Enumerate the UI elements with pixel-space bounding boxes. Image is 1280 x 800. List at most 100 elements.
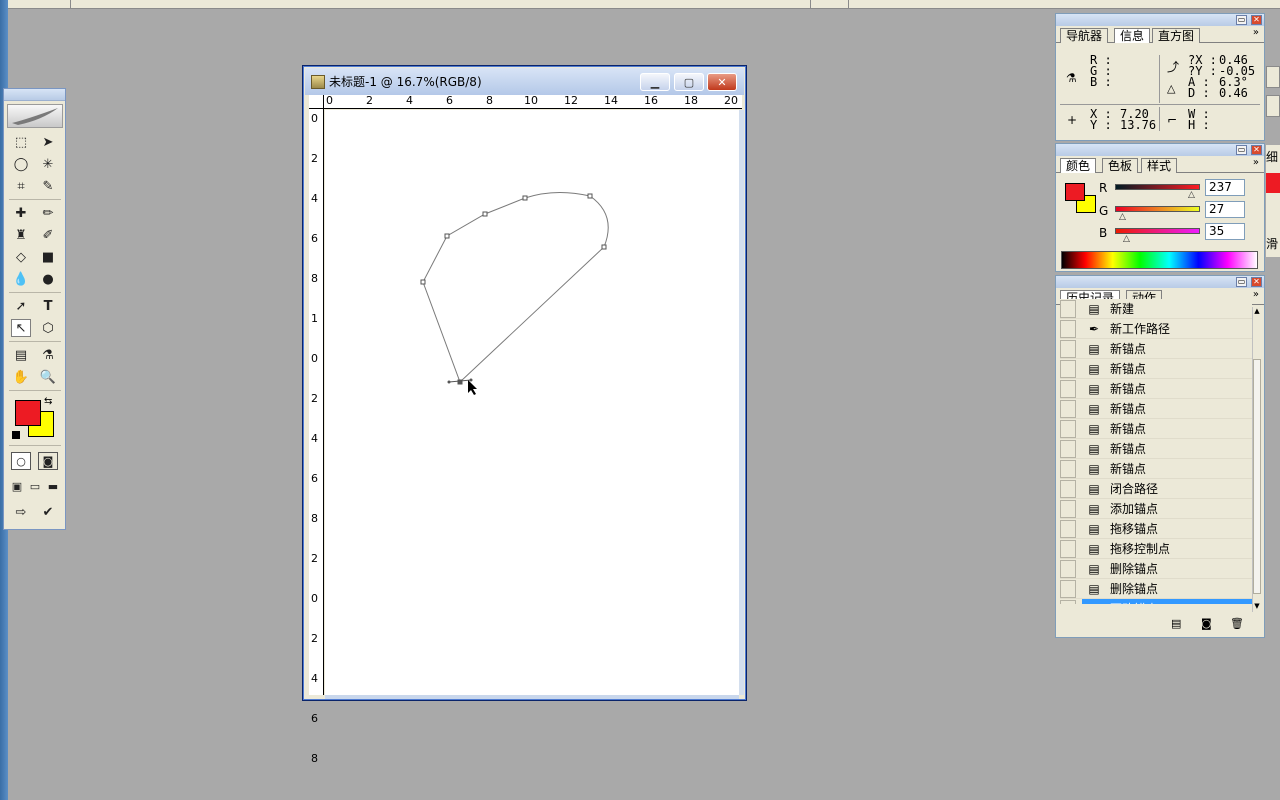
tab-styles[interactable]: 样式 xyxy=(1141,158,1178,173)
history-item[interactable]: ▤ 新锚点 xyxy=(1060,379,1252,399)
history-item[interactable]: ▤ 添加锚点 xyxy=(1060,499,1252,519)
panel-titlebar[interactable]: ▭ ✕ xyxy=(1056,144,1264,156)
new-document-from-state-icon[interactable]: ▤ xyxy=(1171,617,1181,630)
history-scrollbar[interactable]: ▲ ▼ xyxy=(1252,307,1261,612)
pen-tool-icon[interactable]: ↖ xyxy=(11,319,31,337)
quick-mask-icon[interactable]: ◙ xyxy=(38,452,58,470)
history-brush-source-checkbox[interactable] xyxy=(1060,439,1076,458)
notes-tool-icon[interactable]: ▤ xyxy=(11,346,31,364)
swap-colors-icon[interactable]: ⇆ xyxy=(44,396,52,407)
b-slider-thumb[interactable]: △ xyxy=(1123,234,1130,244)
panel-titlebar[interactable]: ▭ ✕ xyxy=(1056,276,1264,288)
jump-check-icon[interactable]: ✔ xyxy=(38,503,58,521)
history-brush-source-checkbox[interactable] xyxy=(1060,359,1076,378)
panel-close-button[interactable]: ✕ xyxy=(1251,145,1262,155)
document-scrollbar[interactable] xyxy=(739,110,744,695)
history-brush-source-checkbox[interactable] xyxy=(1060,499,1076,518)
history-scroll-thumb[interactable] xyxy=(1253,359,1261,594)
foreground-color-swatch[interactable] xyxy=(15,400,41,426)
history-item[interactable]: ✒ 新工作路径 xyxy=(1060,319,1252,339)
minimize-button[interactable]: ▁ xyxy=(640,73,670,91)
slice-tool-icon[interactable]: ✎ xyxy=(38,177,58,195)
history-item[interactable]: ▤ 拖移控制点 xyxy=(1060,539,1252,559)
history-brush-icon[interactable]: ✐ xyxy=(38,226,58,244)
type-tool-icon[interactable]: T xyxy=(38,297,58,315)
tab-color[interactable]: 颜色 xyxy=(1060,158,1097,173)
scroll-up-icon[interactable]: ▲ xyxy=(1253,307,1261,317)
panel-close-button[interactable]: ✕ xyxy=(1251,277,1262,287)
history-item[interactable]: ▤ 新锚点 xyxy=(1060,359,1252,379)
horizontal-ruler[interactable]: 0 2 4 6 8 10 12 14 16 18 20 xyxy=(324,95,742,109)
panel-menu-icon[interactable]: » xyxy=(1253,27,1259,38)
color-spectrum-bar[interactable] xyxy=(1061,251,1258,269)
maximize-button[interactable]: ▢ xyxy=(674,73,704,91)
history-brush-source-checkbox[interactable] xyxy=(1060,379,1076,398)
history-brush-source-checkbox[interactable] xyxy=(1060,319,1076,338)
panel-minimize-button[interactable]: ▭ xyxy=(1236,145,1247,155)
r-value-field[interactable]: 237 xyxy=(1205,179,1245,196)
new-snapshot-icon[interactable]: ◙ xyxy=(1201,617,1212,630)
magic-wand-icon[interactable]: ✳ xyxy=(38,155,58,173)
history-brush-source-checkbox[interactable] xyxy=(1060,559,1076,578)
blur-tool-icon[interactable]: 💧 xyxy=(11,270,31,288)
vertical-ruler[interactable]: 02468102468202468 xyxy=(309,109,324,764)
brush-tool-icon[interactable]: ✏ xyxy=(38,204,58,222)
history-brush-source-checkbox[interactable] xyxy=(1060,479,1076,498)
feather-logo-icon[interactable] xyxy=(7,104,63,128)
history-brush-source-checkbox[interactable] xyxy=(1060,539,1076,558)
shape-tool-icon[interactable]: ⬡ xyxy=(38,319,58,337)
history-item[interactable]: ▤ 闭合路径 xyxy=(1060,479,1252,499)
ruler-origin[interactable] xyxy=(309,95,324,109)
standard-mode-icon[interactable]: ○ xyxy=(11,452,31,470)
healing-brush-icon[interactable]: ✚ xyxy=(11,204,31,222)
history-brush-source-checkbox[interactable] xyxy=(1060,339,1076,358)
history-item[interactable]: ▤ 更改锚点 xyxy=(1060,599,1252,604)
tab-swatches[interactable]: 色板 xyxy=(1102,158,1139,173)
g-value-field[interactable]: 27 xyxy=(1205,201,1245,218)
marquee-tool-icon[interactable]: ⬚ xyxy=(11,133,31,151)
panel-menu-icon[interactable]: » xyxy=(1253,289,1259,300)
hand-tool-icon[interactable]: ✋ xyxy=(11,368,31,386)
lasso-tool-icon[interactable]: ◯ xyxy=(11,155,31,173)
b-value-field[interactable]: 35 xyxy=(1205,223,1245,240)
history-item[interactable]: ▤ 新建 xyxy=(1060,299,1252,319)
g-slider-thumb[interactable]: △ xyxy=(1119,212,1126,222)
panel-titlebar[interactable]: ▭ ✕ xyxy=(1056,14,1264,26)
history-brush-source-checkbox[interactable] xyxy=(1060,599,1076,604)
history-item[interactable]: ▤ 新锚点 xyxy=(1060,419,1252,439)
move-tool-icon[interactable]: ➤ xyxy=(38,133,58,151)
eyedropper-icon[interactable]: ⚗ xyxy=(38,346,58,364)
zoom-tool-icon[interactable]: 🔍 xyxy=(38,368,58,386)
default-colors-icon[interactable] xyxy=(12,431,20,439)
history-item[interactable]: ▤ 删除锚点 xyxy=(1060,559,1252,579)
panel-close-button[interactable]: ✕ xyxy=(1251,15,1262,25)
work-path[interactable] xyxy=(325,110,739,695)
dodge-tool-icon[interactable]: ● xyxy=(38,270,58,288)
history-item[interactable]: ▤ 新锚点 xyxy=(1060,399,1252,419)
color-fg-swatch[interactable] xyxy=(1065,183,1085,201)
screen-mode-full-icon[interactable]: ▬ xyxy=(43,477,63,495)
panel-menu-icon[interactable]: » xyxy=(1253,157,1259,168)
close-button[interactable]: ✕ xyxy=(707,73,737,91)
screen-mode-standard-icon[interactable]: ▣ xyxy=(7,477,27,495)
canvas[interactable] xyxy=(325,110,739,695)
history-brush-source-checkbox[interactable] xyxy=(1060,399,1076,418)
history-brush-source-checkbox[interactable] xyxy=(1060,579,1076,598)
crop-tool-icon[interactable]: ⌗ xyxy=(11,177,31,195)
g-slider[interactable] xyxy=(1115,206,1200,212)
screen-mode-full-menu-icon[interactable]: ▭ xyxy=(25,477,45,495)
panel-minimize-button[interactable]: ▭ xyxy=(1236,277,1247,287)
tab-histogram[interactable]: 直方图 xyxy=(1152,28,1201,43)
clone-stamp-icon[interactable]: ♜ xyxy=(11,226,31,244)
trash-icon[interactable]: 🗑 xyxy=(1230,617,1244,630)
r-slider-thumb[interactable]: △ xyxy=(1188,190,1195,200)
jump-to-imageready-icon[interactable]: ⇨ xyxy=(11,503,31,521)
history-item[interactable]: ▤ 删除锚点 xyxy=(1060,579,1252,599)
path-selection-icon[interactable]: ➚ xyxy=(11,297,31,315)
eraser-tool-icon[interactable]: ◇ xyxy=(11,248,31,266)
toolbox-grip[interactable] xyxy=(4,89,65,101)
history-item[interactable]: ▤ 新锚点 xyxy=(1060,459,1252,479)
history-brush-source-checkbox[interactable] xyxy=(1060,519,1076,538)
scroll-down-icon[interactable]: ▼ xyxy=(1253,602,1261,612)
history-brush-source-checkbox[interactable] xyxy=(1060,419,1076,438)
